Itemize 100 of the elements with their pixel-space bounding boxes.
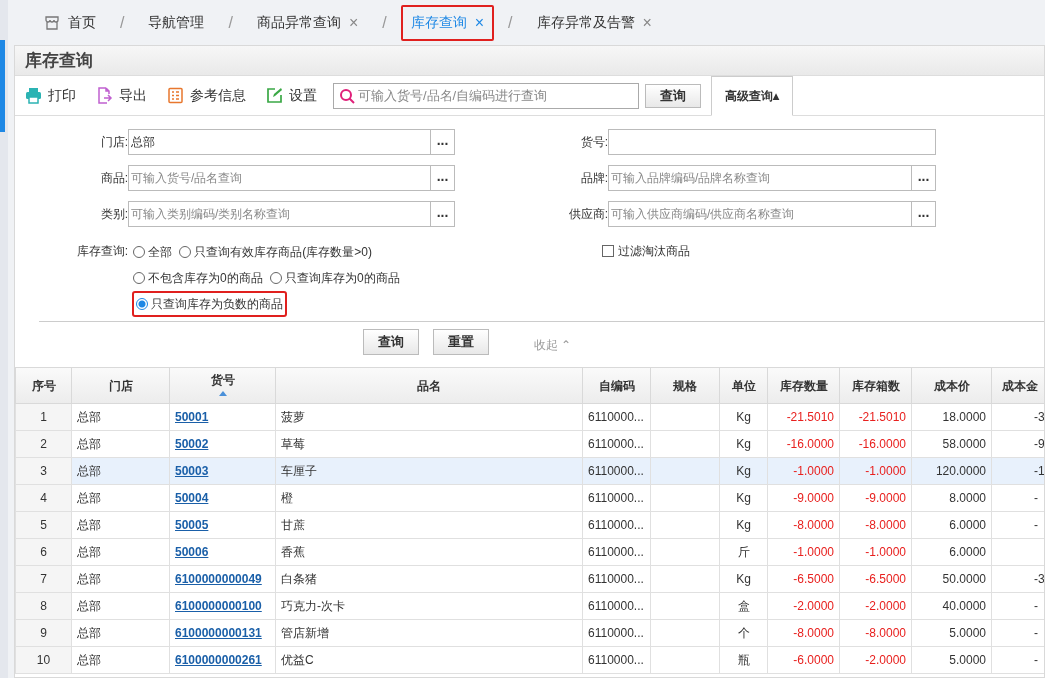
advanced-search-tab[interactable]: 高级查询▴	[711, 76, 793, 116]
field-label: 货号:	[579, 134, 608, 151]
table-row[interactable]: 7 总部 6100000000049 白条猪 6110000... Kg -6.5000 -6.5000 50.0000 -3	[15, 565, 1044, 593]
table-cell: 6.0000	[949, 545, 986, 559]
table-cell: 10	[36, 653, 51, 667]
table-cell: -6.5000	[793, 572, 834, 586]
stock-radio-option[interactable]: 只查询有效库存商品(库存数量>0)	[177, 239, 375, 265]
input-field[interactable]	[608, 129, 936, 155]
separator: /	[120, 12, 125, 33]
table-cell: 40.0000	[942, 599, 986, 613]
table-cell: 6110000...	[588, 410, 644, 424]
table-cell: 6110000...	[588, 545, 644, 559]
table-cell: 5	[40, 518, 47, 532]
separator: /	[508, 12, 513, 33]
info-button[interactable]: 参考信息	[167, 85, 246, 106]
breadcrumb-tab[interactable]: 导航管理	[138, 6, 215, 39]
input-field[interactable]: 可输入货号/品名查询	[128, 165, 431, 191]
table-cell: -9.0000	[793, 491, 834, 505]
field-label: 库存查询:	[75, 243, 128, 260]
column-header[interactable]: 货号	[169, 367, 276, 404]
table-cell: 总部	[77, 491, 101, 505]
input-field[interactable]: 可输入品牌编码/品牌名称查询	[608, 165, 912, 191]
table-cell: 草莓	[281, 437, 305, 451]
table-row[interactable]: 8 总部 6100000000100 巧克力-次卡 6110000... 盒 -2.0000 -2.0000 40.0000 -	[15, 592, 1044, 620]
input-field[interactable]: 总部	[128, 129, 431, 155]
item-code-link[interactable]: 50004	[175, 491, 209, 505]
input-field[interactable]: 可输入类别编码/类别名称查询	[128, 201, 431, 227]
table-cell: Kg	[736, 572, 751, 586]
table-row[interactable]: 3 总部 50003 车厘子 6110000... Kg -1.0000 -1.0000 120.0000 -1	[15, 457, 1044, 485]
table-cell: -	[1034, 626, 1038, 640]
column-header[interactable]: 成本价	[911, 367, 992, 404]
table-cell: -8.0000	[793, 518, 834, 532]
browse-button[interactable]: ...	[431, 165, 455, 191]
table-cell: 8	[40, 599, 47, 613]
browse-button[interactable]: ...	[431, 201, 455, 227]
column-header[interactable]: 规格	[650, 367, 720, 404]
stock-radio-option[interactable]: 不包含库存为0的商品	[131, 265, 265, 291]
column-header[interactable]: 单位	[719, 367, 768, 404]
table-cell: Kg	[736, 491, 751, 505]
column-header[interactable]: 序号	[15, 367, 72, 404]
table-cell: 香蕉	[281, 545, 305, 559]
home-tab[interactable]: 首页	[34, 6, 106, 39]
table-row[interactable]: 4 总部 50004 橙 6110000... Kg -9.0000 -9.0000 8.0000 -	[15, 484, 1044, 512]
table-cell: 6	[40, 545, 47, 559]
stock-radio-option[interactable]: 全部	[131, 239, 174, 265]
column-header[interactable]: 成本金	[991, 367, 1044, 404]
item-code-link[interactable]: 50002	[175, 437, 209, 451]
table-cell: -6.5000	[865, 572, 906, 586]
item-code-link[interactable]: 50003	[175, 464, 209, 478]
reset-button[interactable]: 重置	[433, 329, 489, 355]
table-cell: 6110000...	[588, 518, 644, 532]
export-button[interactable]: 导出	[96, 85, 147, 106]
item-code-link[interactable]: 50006	[175, 545, 209, 559]
item-code-link[interactable]: 50005	[175, 518, 209, 532]
query-button[interactable]: 查询	[363, 329, 419, 355]
table-cell: 菠萝	[281, 410, 305, 424]
table-cell: 58.0000	[942, 437, 986, 451]
item-code-link[interactable]: 50001	[175, 410, 209, 424]
table-cell: 6110000...	[588, 572, 644, 586]
table-cell: -	[1034, 599, 1038, 613]
table-cell: Kg	[736, 518, 751, 532]
table-cell: -	[1034, 491, 1038, 505]
table-cell: -3	[1034, 572, 1044, 586]
column-header[interactable]: 品名	[275, 367, 583, 404]
table-row[interactable]: 1 总部 50001 菠萝 6110000... Kg -21.5010 -21.5010 18.0000 -3	[15, 403, 1044, 431]
table-row[interactable]: 10 总部 6100000000261 优益C 6110000... 瓶 -6.0000 -2.0000 5.0000 -	[15, 646, 1044, 674]
breadcrumb-tab[interactable]: 库存异常及告警 ×	[526, 4, 662, 41]
stock-radio-option[interactable]: 只查询库存为0的商品	[268, 265, 402, 291]
print-button[interactable]: 打印	[25, 85, 76, 106]
column-header[interactable]: 库存箱数	[839, 367, 912, 404]
table-cell: 优益C	[281, 653, 314, 667]
table-cell: 总部	[77, 653, 101, 667]
table-cell: 4	[40, 491, 47, 505]
browse-button[interactable]: ...	[912, 165, 936, 191]
table-cell: 巧克力-次卡	[281, 599, 345, 613]
browse-button[interactable]: ...	[431, 129, 455, 155]
table-cell: -21.5010	[786, 410, 834, 424]
field-label: 商品:	[99, 170, 128, 187]
search-field[interactable]: 可输入货号/品名/自编码进行查询	[333, 82, 639, 109]
settings-button[interactable]: 设置	[266, 85, 317, 106]
column-header[interactable]: 自编码	[582, 367, 651, 404]
query-button[interactable]: 查询	[645, 83, 701, 108]
table-cell: Kg	[736, 410, 751, 424]
column-header[interactable]: 库存数量	[767, 367, 840, 404]
table-row[interactable]: 5 总部 50005 甘蔗 6110000... Kg -8.0000 -8.0000 6.0000 -	[15, 511, 1044, 539]
browse-button[interactable]: ...	[912, 201, 936, 227]
table-cell: 6110000...	[588, 464, 644, 478]
table-row[interactable]: 6 总部 50006 香蕉 6110000... 斤 -1.0000 -1.0000 6.0000	[15, 538, 1044, 566]
table-cell: 管店新增	[281, 626, 329, 640]
column-header[interactable]: 门店	[71, 367, 170, 404]
breadcrumb-tab[interactable]: 商品异常查询 ×	[246, 4, 369, 41]
table-cell: -3	[1034, 410, 1044, 424]
table-row[interactable]: 9 总部 6100000000131 管店新增 6110000... 个 -8.0000 -8.0000 5.0000 -	[15, 619, 1044, 647]
table-row[interactable]: 2 总部 50002 草莓 6110000... Kg -16.0000 -16.0000 58.0000 -9	[15, 430, 1044, 458]
input-field[interactable]: 可输入供应商编码/供应商名称查询	[608, 201, 912, 227]
field-label: 类别:	[99, 206, 128, 223]
stock-radio-option[interactable]: 只查询库存为负数的商品	[132, 291, 287, 317]
table-cell: -8.0000	[865, 626, 906, 640]
filter-checkbox[interactable]: 过滤淘汰商品	[602, 239, 690, 263]
table-cell: -1	[1034, 464, 1044, 478]
